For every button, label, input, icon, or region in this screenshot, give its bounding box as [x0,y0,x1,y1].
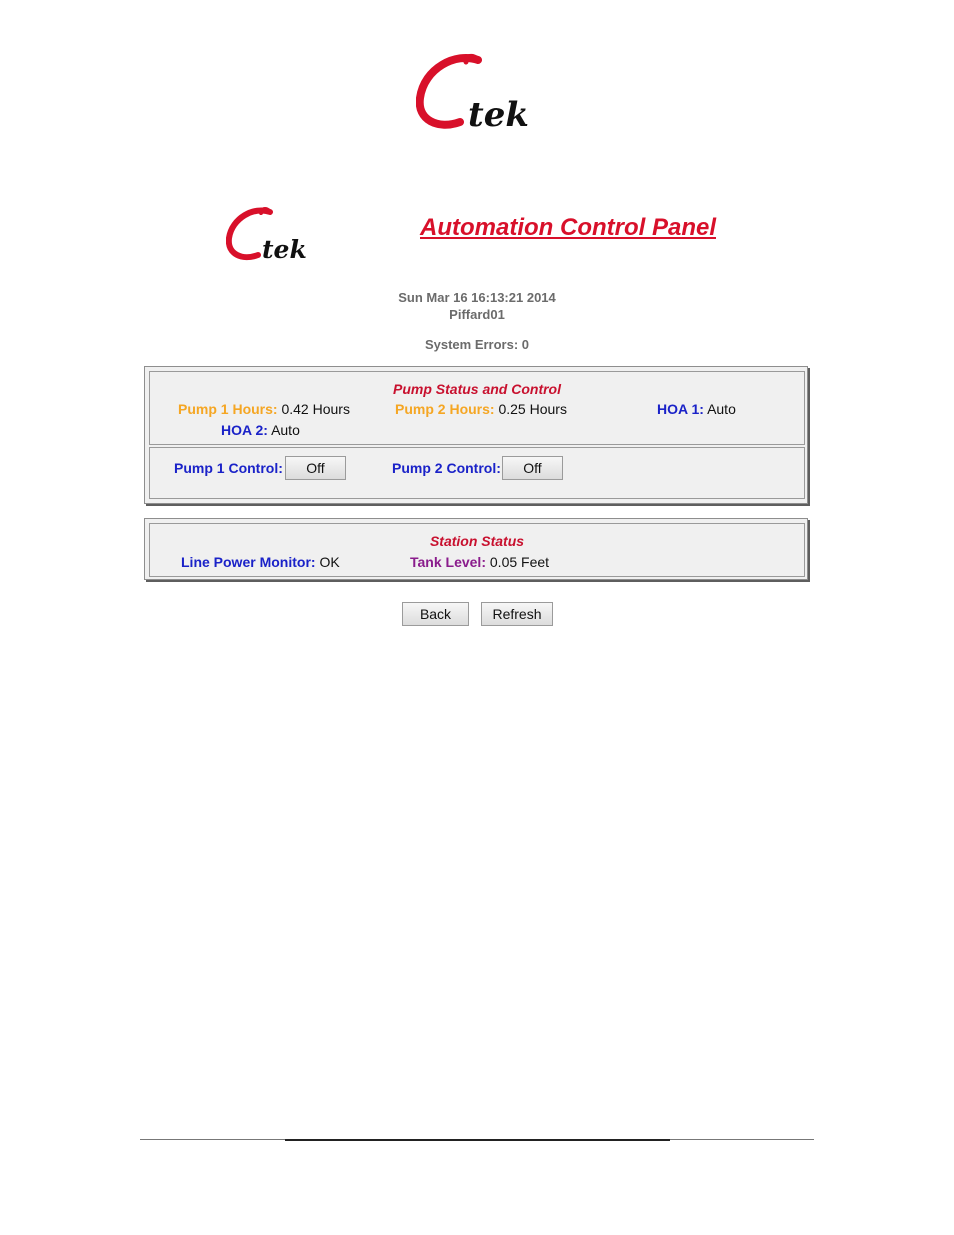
system-errors: System Errors: 0 [0,337,954,352]
svg-text:tek: tek [468,95,529,134]
hoa2-label: HOA 2: [221,422,268,438]
hoa2-status: HOA 2: Auto [221,422,300,438]
station-section-title: Station Status [429,533,525,549]
pump1-hours-value: 0.42 Hours [281,401,350,417]
tank-level: Tank Level: 0.05 Feet [410,554,549,570]
system-errors-label: System Errors: [424,337,519,352]
pump2-control-label: Pump 2 Control: [392,460,501,476]
pump2-control-button[interactable]: Off [502,456,563,480]
datetime-text: Sun Mar 16 16:13:21 2014 [398,290,556,305]
pump1-hours: Pump 1 Hours: 0.42 Hours [178,401,350,417]
pump1-hours-label: Pump 1 Hours: [178,401,278,417]
line-power-value: OK [319,554,340,570]
hoa1-value: Auto [707,401,736,417]
pump1-control-button[interactable]: Off [285,456,346,480]
footer-divider-accent [285,1139,670,1141]
page-title: Automation Control Panel [420,214,716,241]
pump-status-section: Pump Status and Control Pump 1 Hours: 0.… [149,371,805,445]
refresh-button[interactable]: Refresh [481,602,553,626]
hoa2-value: Auto [271,422,300,438]
line-power-label: Line Power Monitor: [181,554,316,570]
tank-level-label: Tank Level: [410,554,486,570]
line-power-monitor: Line Power Monitor: OK [181,554,340,570]
pump-control-section: Pump 1 Control: Off Pump 2 Control: Off [149,447,805,499]
pump2-hours: Pump 2 Hours: 0.25 Hours [395,401,567,417]
hoa1-status: HOA 1: Auto [657,401,736,417]
system-errors-value: 0 [521,337,530,352]
ctek-logo-small: tek [226,207,307,264]
pump1-control-label: Pump 1 Control: [174,460,283,476]
back-button[interactable]: Back [402,602,469,626]
pump2-hours-label: Pump 2 Hours: [395,401,495,417]
tank-level-value: 0.05 Feet [489,554,550,570]
pump2-hours-value: 0.25 Hours [498,401,567,417]
ctek-logo-large: tek [416,53,529,134]
station-status-panel: Station Status Line Power Monitor: OK Ta… [144,518,808,580]
hoa1-label: HOA 1: [657,401,704,417]
station-name: Piffard01 [449,307,505,322]
svg-text:tek: tek [262,235,307,264]
pump-section-title: Pump Status and Control [393,381,561,397]
station-status-section: Station Status Line Power Monitor: OK Ta… [149,523,805,577]
pump-status-panel: Pump Status and Control Pump 1 Hours: 0.… [144,366,808,504]
